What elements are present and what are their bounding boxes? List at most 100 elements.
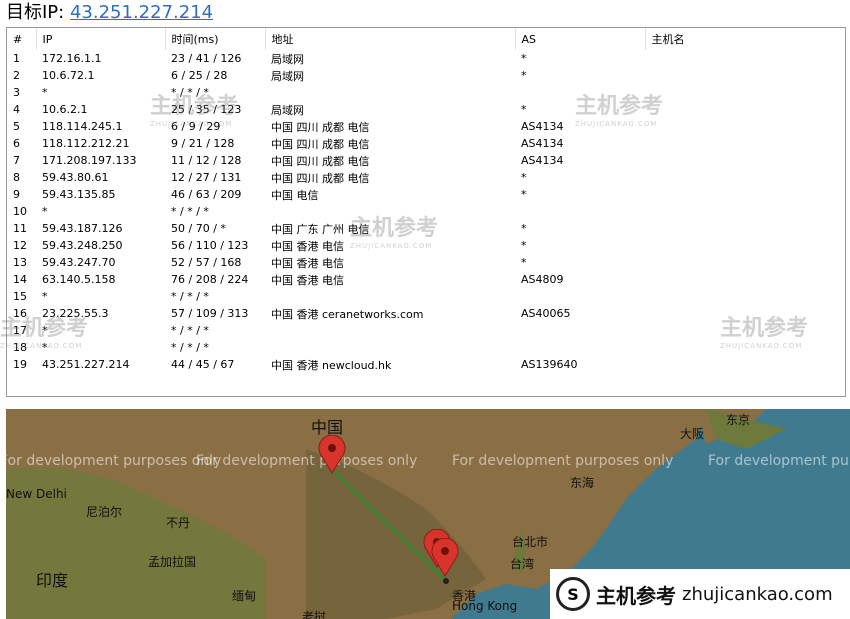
hop-hostname [645, 186, 845, 203]
hop-number: 11 [13, 222, 27, 235]
table-row[interactable]: 8 59.43.80.61 12 / 27 / 131 中国 四川 成都 电信 * [7, 169, 845, 186]
hop-location: 中国 香港 ceranetworks.com [271, 307, 424, 321]
hop-hostname [645, 254, 845, 271]
column-header[interactable]: 地址 [265, 28, 516, 50]
hop-hostname [645, 288, 845, 305]
hop-hostname [645, 339, 845, 356]
hop-as: * [521, 256, 527, 269]
hop-latency: 44 / 45 / 67 [171, 358, 235, 371]
hop-number: 6 [13, 137, 20, 150]
table-row[interactable]: 16 23.225.55.3 57 / 109 / 313 中国 香港 ceranet… [7, 305, 845, 322]
target-ip-label: 目标IP: [6, 2, 65, 23]
hop-location: 中国 四川 成都 电信 [271, 171, 370, 185]
target-ip-link[interactable]: 43.251.227.214 [70, 2, 213, 23]
table-row[interactable]: 9 59.43.135.85 46 / 63 / 209 中国 电信 * [7, 186, 845, 203]
hop-ip: 43.251.227.214 [42, 358, 130, 371]
hop-ip: * [42, 290, 48, 303]
column-header[interactable]: 主机名 [645, 28, 845, 50]
brand-name: 主机参考 [596, 583, 676, 608]
column-header[interactable]: AS [515, 28, 646, 50]
hop-ip: 172.16.1.1 [42, 52, 102, 65]
hop-location [265, 339, 515, 356]
hop-number: 13 [13, 256, 27, 269]
label-east-sea: 东海 [570, 476, 595, 490]
hop-latency: * / * / * [171, 290, 209, 303]
hop-latency: 23 / 41 / 126 [171, 52, 242, 65]
hop-hostname [645, 356, 845, 373]
table-row[interactable]: 15 * * / * / * [7, 288, 845, 305]
hop-as: * [521, 103, 527, 116]
label-laos: 老挝 [302, 610, 327, 619]
table-row[interactable]: 5 118.114.245.1 6 / 9 / 29 中国 四川 成都 电信 AS413… [7, 118, 845, 135]
table-row[interactable]: 3 * * / * / * [7, 84, 845, 101]
hop-location: 局域网 [271, 103, 304, 117]
hop-ip: 59.43.248.250 [42, 239, 123, 252]
table-row[interactable]: 14 63.140.5.158 76 / 208 / 224 中国 香港 电信 AS48… [7, 271, 845, 288]
hop-hostname [645, 169, 845, 186]
hop-number: 14 [13, 273, 27, 286]
hop-as: * [521, 52, 527, 65]
map-pin-icon[interactable] [430, 538, 460, 578]
table-row[interactable]: 19 43.251.227.214 44 / 45 / 67 中国 香港 newclo… [7, 356, 845, 373]
label-india: 印度 [36, 571, 69, 590]
table-row[interactable]: 1 172.16.1.1 23 / 41 / 126 局域网 * [7, 50, 845, 67]
hop-ip: 118.112.212.21 [42, 137, 130, 150]
hop-latency: 76 / 208 / 224 [171, 273, 249, 286]
hop-as [515, 203, 645, 220]
hop-as: * [521, 239, 527, 252]
hop-location: 中国 香港 电信 [271, 239, 344, 253]
hop-latency: * / * / * [171, 205, 209, 218]
table-row[interactable]: 7 171.208.197.133 11 / 12 / 128 中国 四川 成都 电信… [7, 152, 845, 169]
hop-ip: * [42, 341, 48, 354]
hop-dot-hk [443, 578, 449, 584]
hop-number: 3 [13, 86, 20, 99]
hop-ip: 59.43.135.85 [42, 188, 116, 201]
hop-ip: 118.114.245.1 [42, 120, 123, 133]
label-new-delhi: New Delhi [6, 487, 67, 501]
hop-number: 9 [13, 188, 20, 201]
hop-latency: 12 / 27 / 131 [171, 171, 242, 184]
table-row[interactable]: 6 118.112.212.21 9 / 21 / 128 中国 四川 成都 电信 AS… [7, 135, 845, 152]
brand-logo-icon: S [556, 577, 590, 611]
map-pin-icon[interactable] [317, 435, 347, 475]
table-row[interactable]: 2 10.6.72.1 6 / 25 / 28 局域网 * [7, 67, 845, 84]
hop-latency: 52 / 57 / 168 [171, 256, 242, 269]
hop-hostname [645, 101, 845, 118]
hop-hostname [645, 67, 845, 84]
hop-number: 10 [13, 205, 27, 218]
hop-ip: 10.6.2.1 [42, 103, 88, 116]
table-row[interactable]: 4 10.6.2.1 25 / 35 / 123 局域网 * [7, 101, 845, 118]
hop-hostname [645, 84, 845, 101]
hop-latency: 46 / 63 / 209 [171, 188, 242, 201]
table-row[interactable]: 17 * * / * / * [7, 322, 845, 339]
hop-location: 中国 四川 成都 电信 [271, 120, 370, 134]
hop-number: 2 [13, 69, 20, 82]
dev-notice-3: For development purposes only [452, 453, 674, 469]
column-header[interactable]: 时间(ms) [165, 28, 266, 50]
hop-latency: 11 / 12 / 128 [171, 154, 242, 167]
hop-number: 5 [13, 120, 20, 133]
hop-latency: 57 / 109 / 313 [171, 307, 249, 320]
table-row[interactable]: 12 59.43.248.250 56 / 110 / 123 中国 香港 电信 * [7, 237, 845, 254]
table-row[interactable]: 11 59.43.187.126 50 / 70 / * 中国 广东 广州 电信 * [7, 220, 845, 237]
table-row[interactable]: 10 * * / * / * [7, 203, 845, 220]
table-row[interactable]: 18 * * / * / * [7, 339, 845, 356]
hop-number: 16 [13, 307, 27, 320]
column-header[interactable]: IP [36, 28, 166, 50]
hop-latency: 50 / 70 / * [171, 222, 226, 235]
hop-as: AS40065 [521, 307, 571, 320]
hop-location: 局域网 [271, 52, 304, 66]
route-map[interactable]: For development purposes only For develo… [6, 409, 850, 619]
hop-location [265, 84, 515, 101]
column-header[interactable]: # [7, 28, 37, 50]
table-row[interactable]: 13 59.43.247.70 52 / 57 / 168 中国 香港 电信 * [7, 254, 845, 271]
hop-hostname [645, 135, 845, 152]
hop-number: 19 [13, 358, 27, 371]
hop-as: * [521, 69, 527, 82]
hop-location [265, 322, 515, 339]
hop-hostname [645, 118, 845, 135]
hop-latency: 9 / 21 / 128 [171, 137, 235, 150]
hop-latency: * / * / * [171, 324, 209, 337]
hop-hostname [645, 50, 845, 67]
hop-latency: 6 / 9 / 29 [171, 120, 221, 133]
